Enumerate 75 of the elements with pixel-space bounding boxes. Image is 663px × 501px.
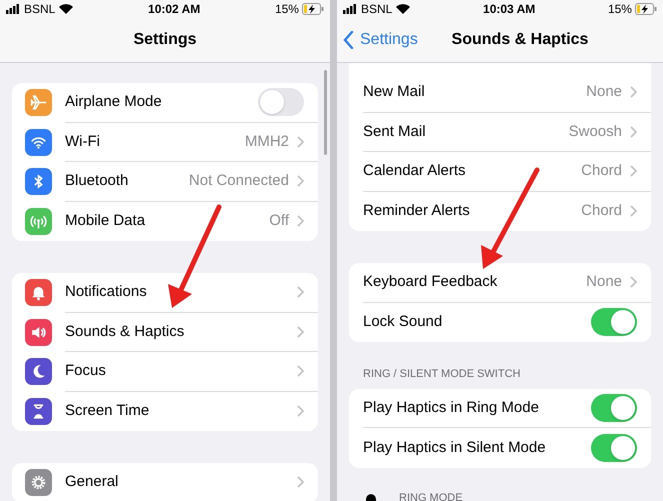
- row-label: Airplane Mode: [65, 92, 163, 112]
- battery-icon: [302, 3, 324, 15]
- settings-row[interactable]: Reminder Alerts Chord: [349, 192, 651, 231]
- row-value: MMH2: [244, 132, 289, 152]
- row-value: Off: [269, 211, 289, 231]
- row-value: Chord: [581, 201, 622, 221]
- carrier-name: BSNL: [24, 1, 56, 18]
- toggle-switch[interactable]: [258, 88, 304, 116]
- row-label: Bluetooth: [65, 171, 130, 191]
- settings-row[interactable]: Bluetooth Not Connected: [12, 162, 318, 202]
- row-label: Sent Mail: [363, 122, 427, 142]
- row-label: Mobile Data: [65, 211, 146, 231]
- chevron-icon: [630, 276, 637, 288]
- row-label: General: [65, 472, 120, 492]
- chevron-icon: [297, 286, 304, 298]
- settings-row[interactable]: Focus: [12, 352, 318, 392]
- settings-row[interactable]: Play Haptics in Ring Mode: [349, 388, 651, 428]
- row-label: Keyboard Feedback: [363, 272, 498, 292]
- settings-row[interactable]: General: [12, 463, 318, 501]
- toggle-switch[interactable]: [591, 308, 637, 336]
- toggle-switch[interactable]: [591, 434, 637, 462]
- carrier-name: BSNL: [361, 1, 392, 18]
- wifi-icon: [396, 4, 410, 14]
- row-label: Screen Time: [65, 401, 150, 421]
- row-value: None: [586, 272, 622, 292]
- clock-time: 10:02 AM: [148, 1, 200, 18]
- chevron-icon: [297, 365, 304, 378]
- chevron-icon: [297, 405, 304, 418]
- settings-row[interactable]: Wi-Fi MMH2: [12, 122, 318, 162]
- chevron-icon: [630, 86, 637, 98]
- settings-row[interactable]: Sent Mail Swoosh: [349, 112, 651, 152]
- row-value: None: [586, 82, 622, 102]
- row-value: Chord: [581, 161, 622, 181]
- settings-row[interactable]: Sounds & Haptics: [12, 312, 318, 352]
- settings-row[interactable]: Lock Sound: [349, 302, 651, 342]
- chevron-icon: [297, 215, 304, 228]
- settings-row[interactable]: Play Haptics in Silent Mode: [349, 428, 651, 468]
- back-button[interactable]: Settings: [343, 28, 418, 52]
- chevron-icon: [297, 175, 304, 188]
- settings-row[interactable]: Calendar Alerts Chord: [349, 152, 651, 192]
- row-label: Sounds & Haptics: [65, 322, 186, 342]
- row-label: Focus: [65, 361, 107, 381]
- row-label: Play Haptics in Ring Mode: [363, 398, 540, 418]
- chevron-icon: [630, 126, 637, 138]
- battery-percent: 15%: [274, 1, 299, 18]
- row-value: Swoosh: [568, 122, 622, 142]
- wifi-icon: [59, 4, 74, 14]
- settings-row[interactable]: Mobile Data Off: [12, 202, 318, 241]
- signal-icon: [343, 4, 357, 14]
- section-header: RING / SILENT MODE SWITCH: [362, 367, 522, 382]
- signal-icon: [6, 4, 20, 14]
- row-label: Wi-Fi: [65, 132, 101, 152]
- chevron-icon: [630, 205, 637, 218]
- row-value: Not Connected: [188, 171, 289, 191]
- row-label: Reminder Alerts: [363, 201, 471, 221]
- battery-percent: 15%: [608, 1, 632, 18]
- screen-title: Settings: [133, 30, 197, 50]
- section-header: RING MODE: [398, 490, 463, 501]
- row-label: Calendar Alerts: [363, 161, 467, 181]
- settings-row[interactable]: Airplane Mode: [12, 83, 318, 122]
- row-label: Notifications: [65, 282, 148, 302]
- row-label: Lock Sound: [363, 312, 444, 332]
- toggle-switch[interactable]: [591, 394, 637, 422]
- chevron-icon: [630, 165, 637, 178]
- clock-time: 10:03 AM: [483, 1, 536, 18]
- chevron-icon: [297, 136, 304, 148]
- row-label: New Mail: [363, 82, 426, 102]
- screen-title: Sounds & Haptics: [452, 30, 588, 50]
- row-label: Play Haptics in Silent Mode: [363, 438, 547, 458]
- battery-icon: [634, 3, 657, 15]
- chevron-icon: [297, 326, 304, 338]
- back-chevron-icon: [343, 31, 354, 49]
- settings-row[interactable]: Screen Time: [12, 392, 318, 431]
- settings-row[interactable]: New Mail None: [349, 73, 651, 112]
- chevron-icon: [297, 476, 304, 488]
